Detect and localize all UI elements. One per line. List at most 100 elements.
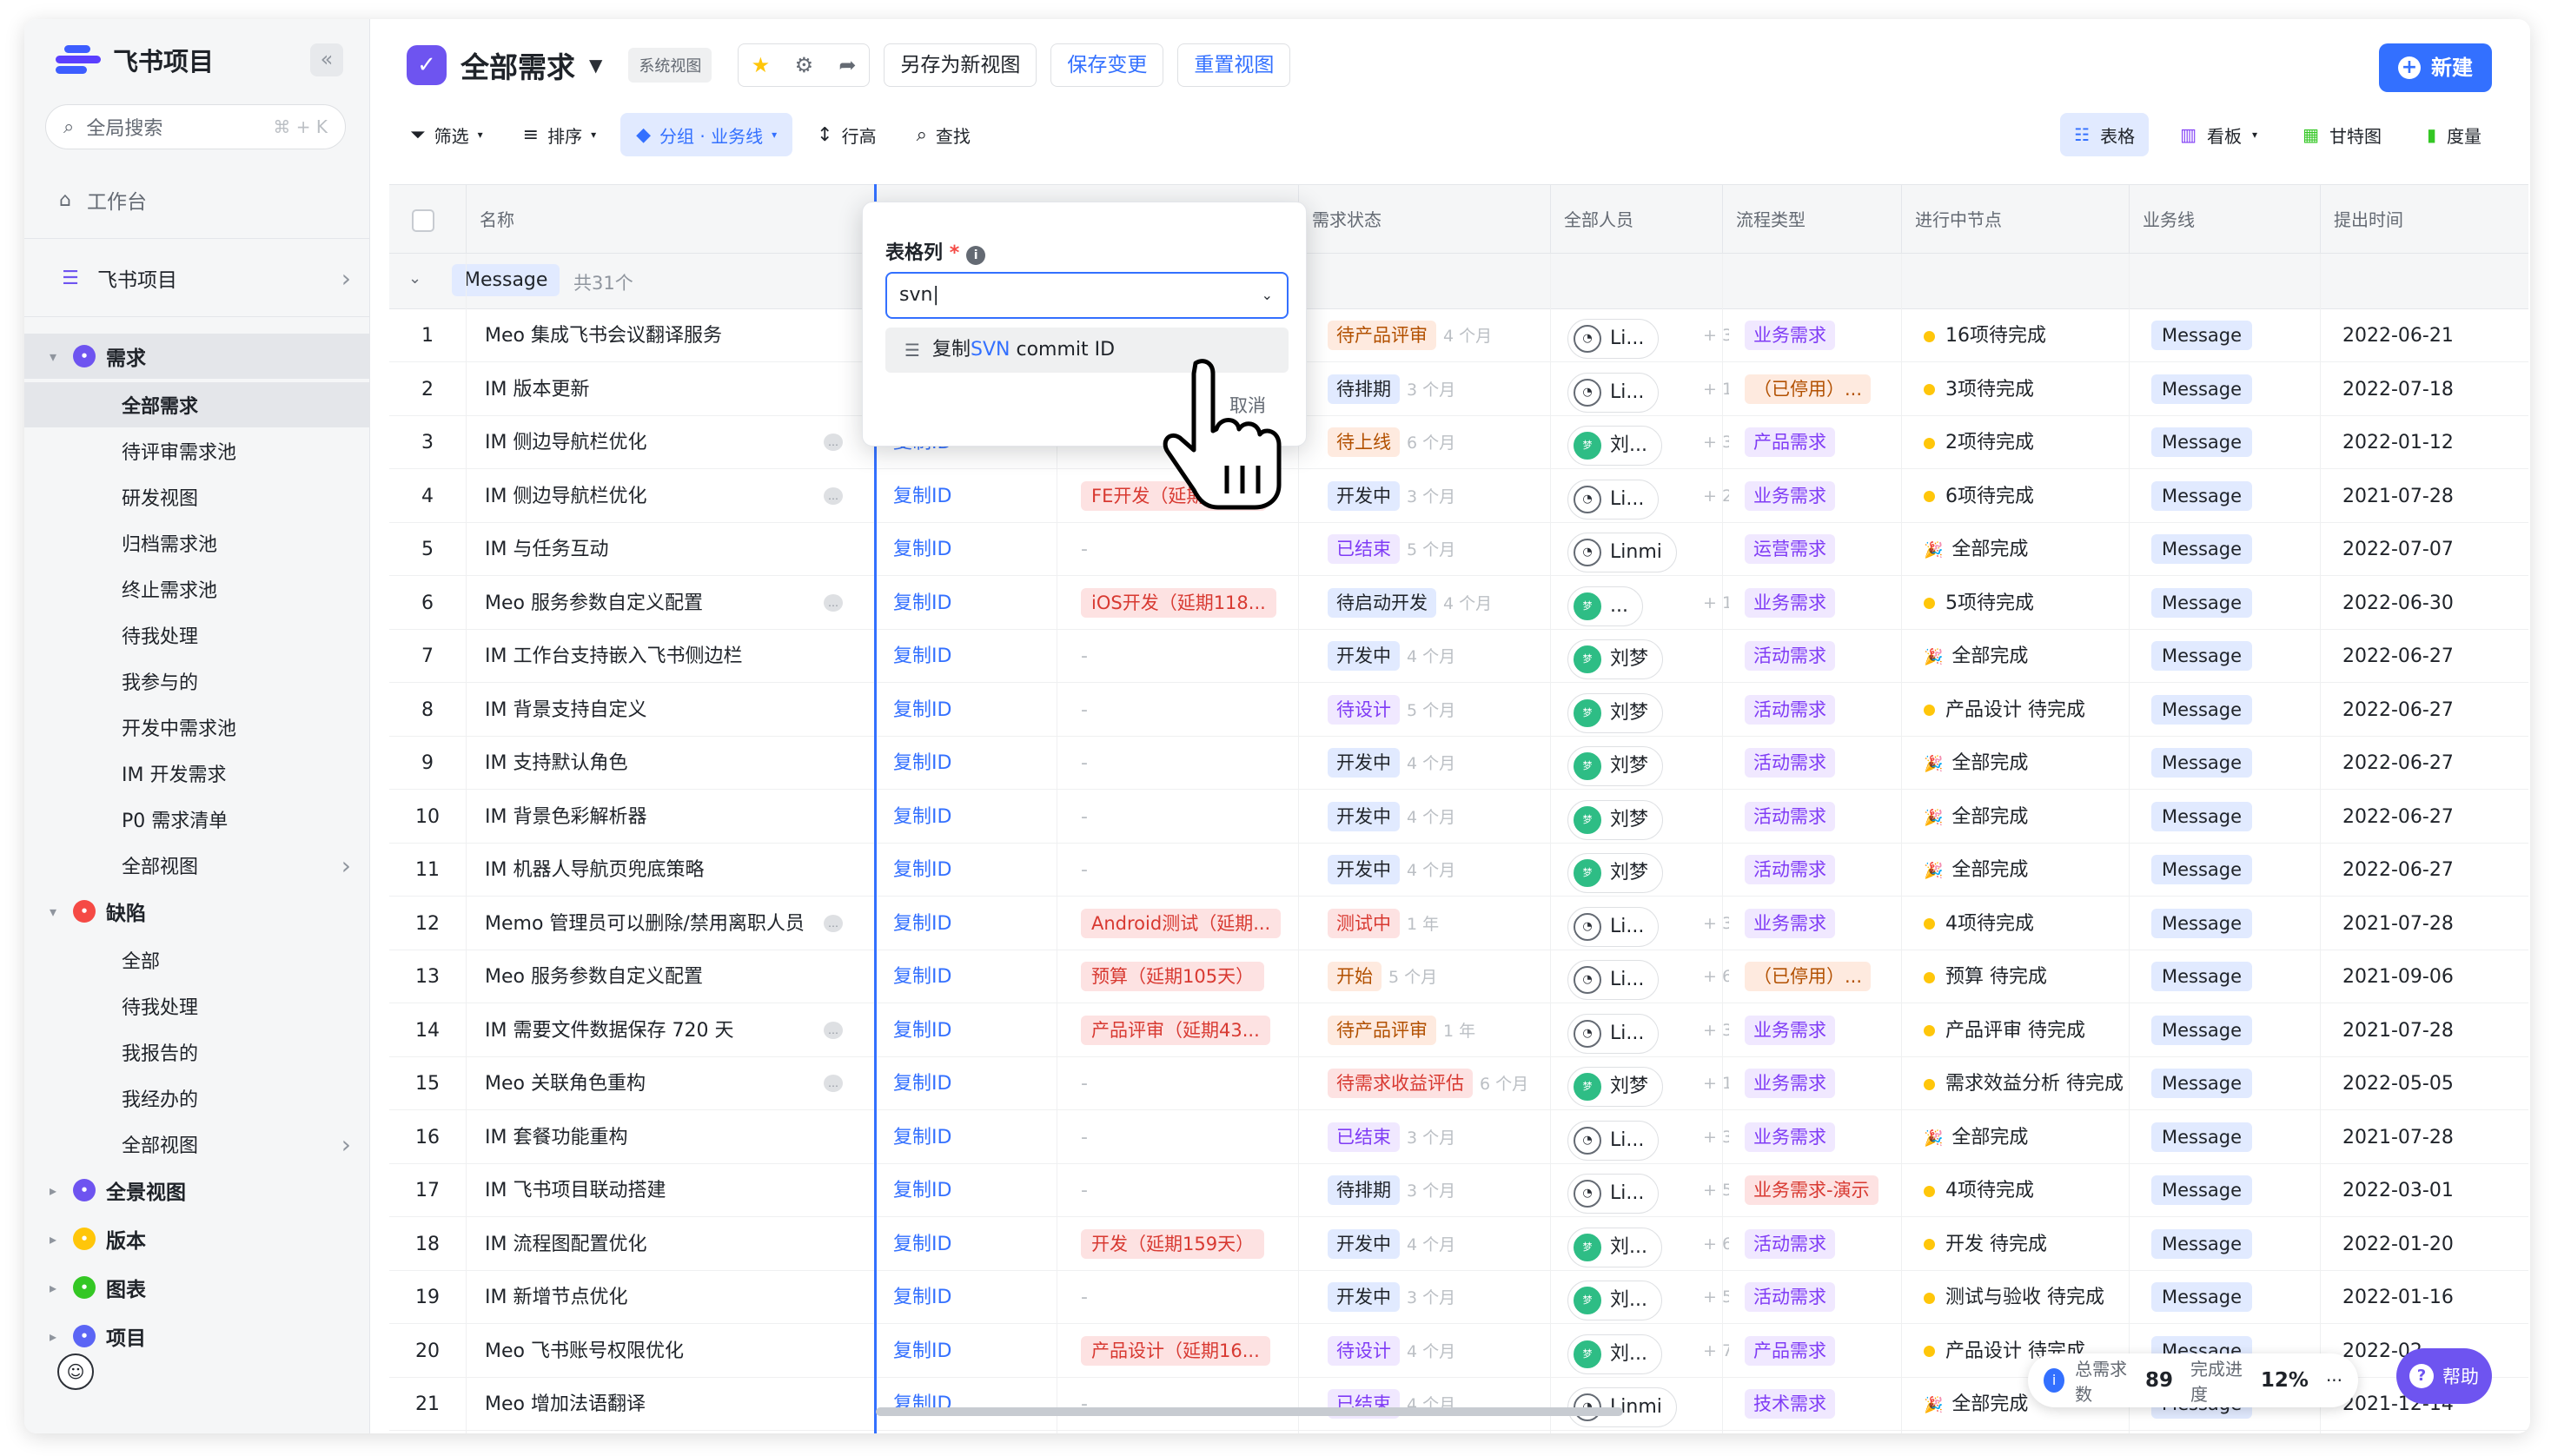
more-people-count[interactable]: + 5 (1703, 1271, 1729, 1324)
business-line-cell[interactable]: Message (2137, 791, 2329, 844)
sidebar-item[interactable]: 我经办的 (24, 1075, 370, 1121)
caret-right-icon[interactable]: ▸ (43, 1182, 63, 1199)
save-changes-button[interactable]: 保存变更 (1050, 43, 1164, 87)
copy-id-link[interactable]: 复制ID (893, 791, 1050, 844)
more-people-count[interactable]: + 3 (1703, 416, 1729, 469)
person-chip[interactable]: 梦刘... (1567, 1281, 1662, 1320)
table-row[interactable]: 15 Meo 关联角色重构… 复制ID - 待需求收益评估 6 个月 梦刘梦 + 1 业务需求 需… (389, 1057, 2528, 1110)
node-cell[interactable]: 开发 待完成 (1910, 1218, 2144, 1271)
copy-id-link[interactable]: 复制ID (893, 1111, 1050, 1164)
people-cell[interactable]: ◔ Li... + 3 (1559, 1111, 1729, 1164)
requirement-name[interactable]: IM 侧边导航栏优化 (485, 470, 824, 523)
copy-id-link[interactable]: 复制ID (893, 1164, 1050, 1217)
table-row[interactable]: 18 IM 流程图配置优化 复制ID 开发（延期159天） 开发中 4 个月 梦刘... + … (389, 1218, 2528, 1271)
status-cell[interactable]: 已结束 5 个月 (1314, 523, 1574, 576)
person-chip[interactable]: 梦刘梦 (1567, 639, 1664, 679)
sidebar-section-1[interactable]: ▾ • 缺陷 (24, 889, 370, 934)
person-chip[interactable]: 梦刘... (1567, 426, 1662, 466)
flow-cell[interactable]: 业务需求-演示 (1731, 1164, 1908, 1217)
business-line-cell[interactable]: Message (2137, 470, 2329, 523)
requirement-name[interactable]: Meo 飞书账号权限优化 (485, 1325, 824, 1378)
person-chip[interactable]: 梦刘... (1567, 1227, 1662, 1267)
people-cell[interactable]: ◔ Li... + 6 (1559, 950, 1729, 1003)
table-row[interactable]: 14 IM 需要文件数据保存 720 天… 复制ID 产品评审（延期43... 待产品评… (389, 1004, 2528, 1057)
sidebar-item[interactable]: 待我处理 (24, 983, 370, 1029)
sidebar-item[interactable]: 开发中需求池 (24, 705, 370, 750)
help-button[interactable]: ? 帮助 (2396, 1348, 2492, 1404)
flow-cell[interactable]: （已停用）... (1731, 950, 1908, 1003)
table-row[interactable]: 3IM 侧边导航栏优化…复制ID-待上线6 个月梦刘...+ 3产品需求2项待完… (389, 416, 2528, 469)
sidebar-item[interactable]: 我参与的 (24, 659, 370, 704)
business-line-cell[interactable]: Message (2137, 684, 2329, 737)
person-chip[interactable]: ◔ Li... (1567, 319, 1660, 359)
status-cell[interactable]: 开发中 4 个月 (1314, 791, 1574, 844)
table-row[interactable]: 1 Meo 集成飞书会议翻译服务 待产品评审 4 个月 ◔ Li... + 3 业务需求 16项… (389, 309, 2528, 362)
kanban-view-tab[interactable]: ▥ 看板 ▾ (2166, 113, 2271, 156)
flow-cell[interactable]: （已停用）... (1731, 363, 1908, 416)
person-chip[interactable]: 梦刘梦 (1567, 1067, 1664, 1107)
select-all-checkbox[interactable] (412, 209, 434, 232)
status-cell[interactable]: 待产品评审 1 年 (1314, 1004, 1574, 1057)
business-line-cell[interactable]: Message (2137, 737, 2329, 790)
more-people-count[interactable]: + 7 (1703, 1325, 1729, 1378)
caret-right-icon[interactable]: ▸ (43, 1328, 63, 1345)
requirement-name[interactable]: IM 背景色彩解析器 (485, 791, 824, 844)
person-chip[interactable]: 梦刘梦 (1567, 746, 1664, 786)
gear-icon[interactable]: ⚙ (782, 44, 825, 86)
comment-icon[interactable]: … (824, 1075, 843, 1092)
table-row[interactable]: 11 IM 机器人导航页兜底策略 复制ID - 开发中 4 个月 梦刘梦 活动需求 🎉 全部完成 M… (389, 844, 2528, 897)
status-cell[interactable]: 已结束 4 个月 (1314, 1378, 1574, 1431)
business-line-cell[interactable]: Message (2137, 1164, 2329, 1217)
caret-right-icon[interactable]: ▸ (43, 1280, 63, 1296)
requirement-name[interactable]: IM 机器人导航页兜底策略 (485, 844, 824, 897)
more-people-count[interactable]: + 6 (1703, 1218, 1729, 1271)
flow-cell[interactable]: 业务需求 (1731, 1057, 1908, 1110)
star-icon[interactable]: ★ (739, 44, 782, 86)
people-cell[interactable]: 梦... + 10 (1559, 577, 1729, 630)
summary-bar[interactable]: i 总需求数 89 完成进度 12% ··· (2028, 1353, 2358, 1407)
business-line-cell[interactable]: Message (2137, 1057, 2329, 1110)
business-line-cell[interactable]: Message (2137, 897, 2329, 950)
people-cell[interactable]: ◔ Li... + 3 (1559, 897, 1729, 950)
people-cell[interactable]: 梦刘梦 (1559, 684, 1729, 737)
info-icon[interactable]: i (966, 246, 986, 265)
status-cell[interactable]: 待启动开发 4 个月 (1314, 577, 1574, 630)
node-cell[interactable]: 🎉 全部完成 (1910, 1111, 2144, 1164)
comment-icon[interactable]: … (824, 486, 843, 505)
node-cell[interactable]: 6项待完成 (1910, 470, 2144, 523)
col-biz[interactable]: 业务线 (2129, 185, 2195, 255)
requirement-name[interactable]: IM 背景支持自定义 (485, 684, 824, 737)
status-cell[interactable]: 开发中 3 个月 (1314, 1271, 1574, 1324)
chevron-down-icon[interactable]: ⌄ (408, 269, 421, 288)
sidebar-item[interactable]: 我报告的 (24, 1029, 370, 1075)
person-chip[interactable]: ◔ Li... (1567, 372, 1660, 413)
sidebar-section-4[interactable]: ▸ • 图表 (24, 1265, 370, 1310)
business-line-cell[interactable]: Message (2137, 1218, 2329, 1271)
group-button[interactable]: ◆ 分组 · 业务线 ▾ (620, 113, 793, 156)
sidebar-item[interactable]: 全部 (24, 937, 370, 983)
requirement-name[interactable]: IM 套餐功能重构 (485, 1111, 824, 1164)
flow-cell[interactable]: 产品需求 (1731, 1325, 1908, 1378)
people-cell[interactable]: ◔Linmi (1559, 1378, 1729, 1431)
copy-id-link[interactable]: 复制ID (893, 1325, 1050, 1378)
table-row[interactable]: 6 Meo 服务参数自定义配置… 复制ID iOS开发（延期118... 待启动开发 4 … (389, 577, 2528, 630)
people-cell[interactable]: 梦刘... + 7 (1559, 1325, 1729, 1378)
node-cell[interactable]: 🎉 全部完成 (1910, 630, 2144, 683)
group-header[interactable]: ⌄ Message 共31个 (389, 254, 2528, 309)
node-cell[interactable]: 16项待完成 (1910, 309, 2144, 362)
filter-button[interactable]: ⏷ 筛选 ▾ (394, 113, 499, 156)
business-line-cell[interactable]: Message (2137, 844, 2329, 897)
sidebar-item-workbench[interactable]: ⌂ 工作台 (24, 177, 370, 222)
node-cell[interactable]: 4项待完成 (1910, 1164, 2144, 1217)
status-cell[interactable]: 开发中 4 个月 (1314, 844, 1574, 897)
flow-cell[interactable]: 运营需求 (1731, 523, 1908, 576)
business-line-cell[interactable]: Message (2137, 577, 2329, 630)
copy-id-link[interactable]: 复制ID (893, 1378, 1050, 1431)
requirement-name[interactable]: Meo 集成飞书会议翻译服务 (485, 309, 824, 362)
requirement-name[interactable]: Meo 服务参数自定义配置 (485, 577, 824, 630)
requirement-name[interactable]: Meo 增加法语翻译 (485, 1378, 824, 1431)
requirement-name[interactable]: IM 流程图配置优化 (485, 1218, 824, 1271)
caret-down-icon[interactable]: ▾ (43, 903, 63, 920)
people-cell[interactable]: 梦刘... + 5 (1559, 1271, 1729, 1324)
flow-cell[interactable]: 活动需求 (1731, 791, 1908, 844)
